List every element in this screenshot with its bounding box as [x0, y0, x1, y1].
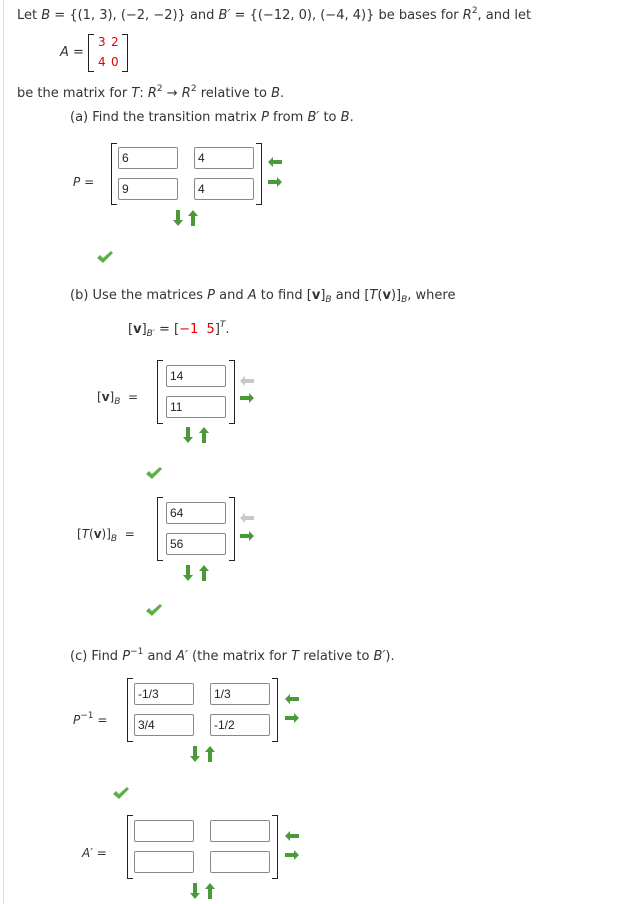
vB-cell-2[interactable]: 11: [166, 396, 226, 418]
add-column-arrow-icon[interactable]: [268, 177, 282, 187]
vB-right-bracket: [229, 360, 235, 424]
intro-line-1: Let B = {(1, 3), (−2, −2)} and B′ = {(−1…: [17, 6, 532, 23]
remove-column-arrow-icon: [240, 513, 254, 523]
TvB-left-bracket: [157, 497, 163, 561]
add-column-arrow-icon[interactable]: [240, 393, 254, 403]
P-cell-2-1[interactable]: 9: [118, 178, 178, 200]
TvB-cell-1[interactable]: 64: [166, 502, 226, 524]
Ap-right-bracket: [272, 815, 278, 879]
Ap-label: A′ =: [82, 846, 107, 860]
intro-line-2: be the matrix for T: R2 → R2 relative to…: [17, 84, 285, 101]
A-cell: 2: [111, 35, 119, 49]
Pinv-label: P−1 =: [73, 711, 108, 727]
A-cell: 4: [98, 55, 106, 69]
P-cell-1-2[interactable]: 4: [194, 147, 254, 169]
TvB-cell-2[interactable]: 56: [166, 533, 226, 555]
remove-column-arrow-icon[interactable]: [268, 157, 282, 167]
given-vector: [v]B′ = [−1 5]T.: [128, 320, 230, 339]
add-row-arrow-icon[interactable]: [183, 427, 193, 443]
Pinv-cell-2-2[interactable]: -1/2: [210, 714, 270, 736]
add-column-arrow-icon[interactable]: [285, 850, 299, 860]
remove-row-arrow-icon[interactable]: [188, 210, 198, 226]
Ap-cell-1-1[interactable]: [134, 820, 194, 842]
part-a-prompt: (a) Find the transition matrix P from B′…: [70, 110, 354, 125]
P-label: P =: [73, 175, 95, 189]
Pinv-left-bracket: [127, 678, 133, 742]
Pinv-right-bracket: [272, 678, 278, 742]
Ap-cell-2-2[interactable]: [210, 851, 270, 873]
correct-check-icon: [146, 604, 162, 616]
add-row-arrow-icon[interactable]: [183, 565, 193, 581]
Ap-cell-2-1[interactable]: [134, 851, 194, 873]
Pinv-cell-1-1[interactable]: -1/3: [134, 683, 194, 705]
remove-row-arrow-icon[interactable]: [205, 746, 215, 762]
add-row-arrow-icon[interactable]: [190, 883, 200, 899]
A-cell: 0: [111, 55, 119, 69]
Ap-left-bracket: [127, 815, 133, 879]
A-right-bracket: [122, 34, 128, 72]
vB-left-bracket: [157, 360, 163, 424]
TvB-right-bracket: [229, 497, 235, 561]
vB-cell-1[interactable]: 14: [166, 365, 226, 387]
add-column-arrow-icon[interactable]: [240, 531, 254, 541]
remove-row-arrow-icon[interactable]: [205, 883, 215, 899]
Ap-cell-1-2[interactable]: [210, 820, 270, 842]
remove-row-arrow-icon[interactable]: [199, 427, 209, 443]
P-left-bracket: [111, 143, 117, 205]
correct-check-icon: [113, 787, 129, 799]
P-cell-1-1[interactable]: 6: [118, 147, 178, 169]
P-cell-2-2[interactable]: 4: [194, 178, 254, 200]
Pinv-cell-2-1[interactable]: 3/4: [134, 714, 194, 736]
remove-column-arrow-icon: [240, 376, 254, 386]
remove-column-arrow-icon[interactable]: [285, 831, 299, 841]
remove-row-arrow-icon[interactable]: [199, 565, 209, 581]
correct-check-icon: [97, 251, 113, 263]
left-border: [3, 0, 4, 904]
add-row-arrow-icon[interactable]: [190, 746, 200, 762]
add-column-arrow-icon[interactable]: [285, 713, 299, 723]
vB-label: [v]B =: [97, 390, 139, 407]
Pinv-cell-1-2[interactable]: 1/3: [210, 683, 270, 705]
A-cell: 3: [98, 35, 106, 49]
part-b-prompt: (b) Use the matrices P and A to find [v]…: [70, 288, 456, 305]
correct-check-icon: [146, 467, 162, 479]
add-row-arrow-icon[interactable]: [173, 210, 183, 226]
A-left-bracket: [88, 34, 94, 72]
P-right-bracket: [256, 143, 262, 205]
A-label: A =: [60, 45, 84, 60]
TvB-label: [T(v)]B =: [77, 527, 135, 544]
remove-column-arrow-icon[interactable]: [285, 694, 299, 704]
part-c-prompt: (c) Find P−1 and A′ (the matrix for T re…: [70, 647, 395, 664]
